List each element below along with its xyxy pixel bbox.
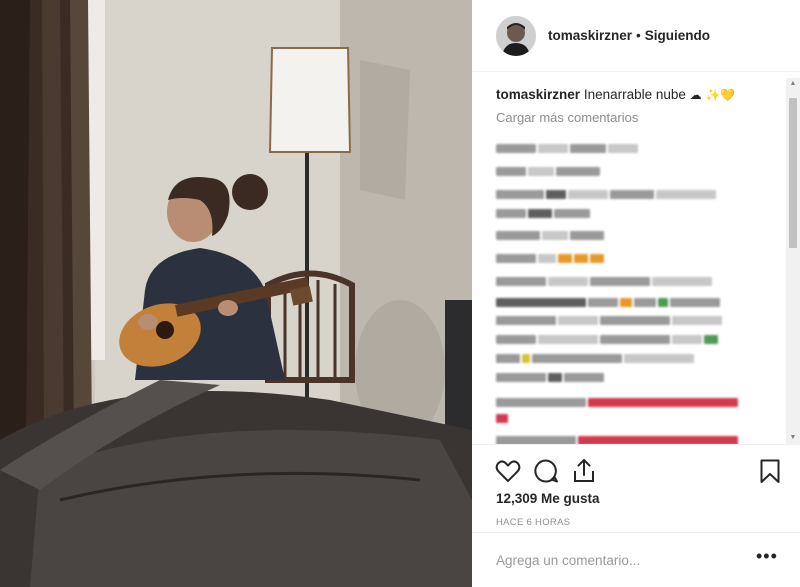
username-link[interactable]: tomaskirzner	[548, 28, 632, 43]
obscured-comment	[496, 163, 602, 177]
obscured-comment	[496, 186, 718, 200]
post-timestamp[interactable]: HACE 6 HORAS	[496, 517, 570, 528]
scroll-down-arrow-icon[interactable]: ▼	[786, 432, 800, 444]
following-button[interactable]: Siguiendo	[645, 28, 710, 43]
like-count[interactable]: 12,309 Me gusta	[496, 491, 600, 506]
comments-list: tomaskirzner Inenarrable nube ☁ ✨💛 Carga…	[472, 72, 800, 444]
comments-scrollbar[interactable]: ▲ ▼	[786, 78, 800, 444]
caption-username[interactable]: tomaskirzner	[496, 87, 580, 102]
obscured-comment	[496, 432, 740, 444]
comment-input[interactable]	[496, 552, 736, 568]
obscured-comment	[496, 369, 606, 383]
avatar[interactable]	[496, 15, 536, 56]
caption: tomaskirzner Inenarrable nube ☁ ✨💛	[496, 86, 800, 104]
obscured-comment	[496, 205, 592, 219]
obscured-comment	[496, 250, 606, 264]
obscured-comment	[496, 227, 606, 241]
bookmark-icon[interactable]	[756, 457, 784, 485]
comment-bubble-icon[interactable]	[532, 457, 560, 485]
share-icon[interactable]	[570, 457, 598, 485]
scroll-up-arrow-icon[interactable]: ▲	[786, 78, 800, 90]
obscured-comment	[496, 140, 640, 154]
obscured-comment	[496, 350, 696, 364]
obscured-comment	[496, 312, 724, 326]
caption-emojis: ☁ ✨💛	[689, 88, 736, 102]
scrollbar-thumb[interactable]	[789, 98, 797, 248]
post-header: tomaskirzner • Siguiendo	[472, 0, 800, 72]
obscured-comment	[496, 410, 510, 424]
post-photo[interactable]	[0, 0, 472, 587]
obscured-comment	[496, 294, 722, 308]
heart-icon[interactable]	[494, 457, 522, 485]
header-text: tomaskirzner • Siguiendo	[548, 28, 710, 43]
obscured-comment	[496, 331, 720, 345]
caption-text: Inenarrable nube	[583, 87, 686, 102]
load-more-comments[interactable]: Cargar más comentarios	[496, 110, 800, 125]
separator-dot: •	[636, 28, 641, 43]
post-sidebar: tomaskirzner • Siguiendo tomaskirzner Inen…	[472, 0, 800, 587]
obscured-comment	[496, 394, 740, 408]
add-comment-section: •••	[472, 532, 800, 587]
more-options-icon[interactable]: •••	[756, 547, 777, 567]
obscured-comment	[496, 273, 714, 287]
